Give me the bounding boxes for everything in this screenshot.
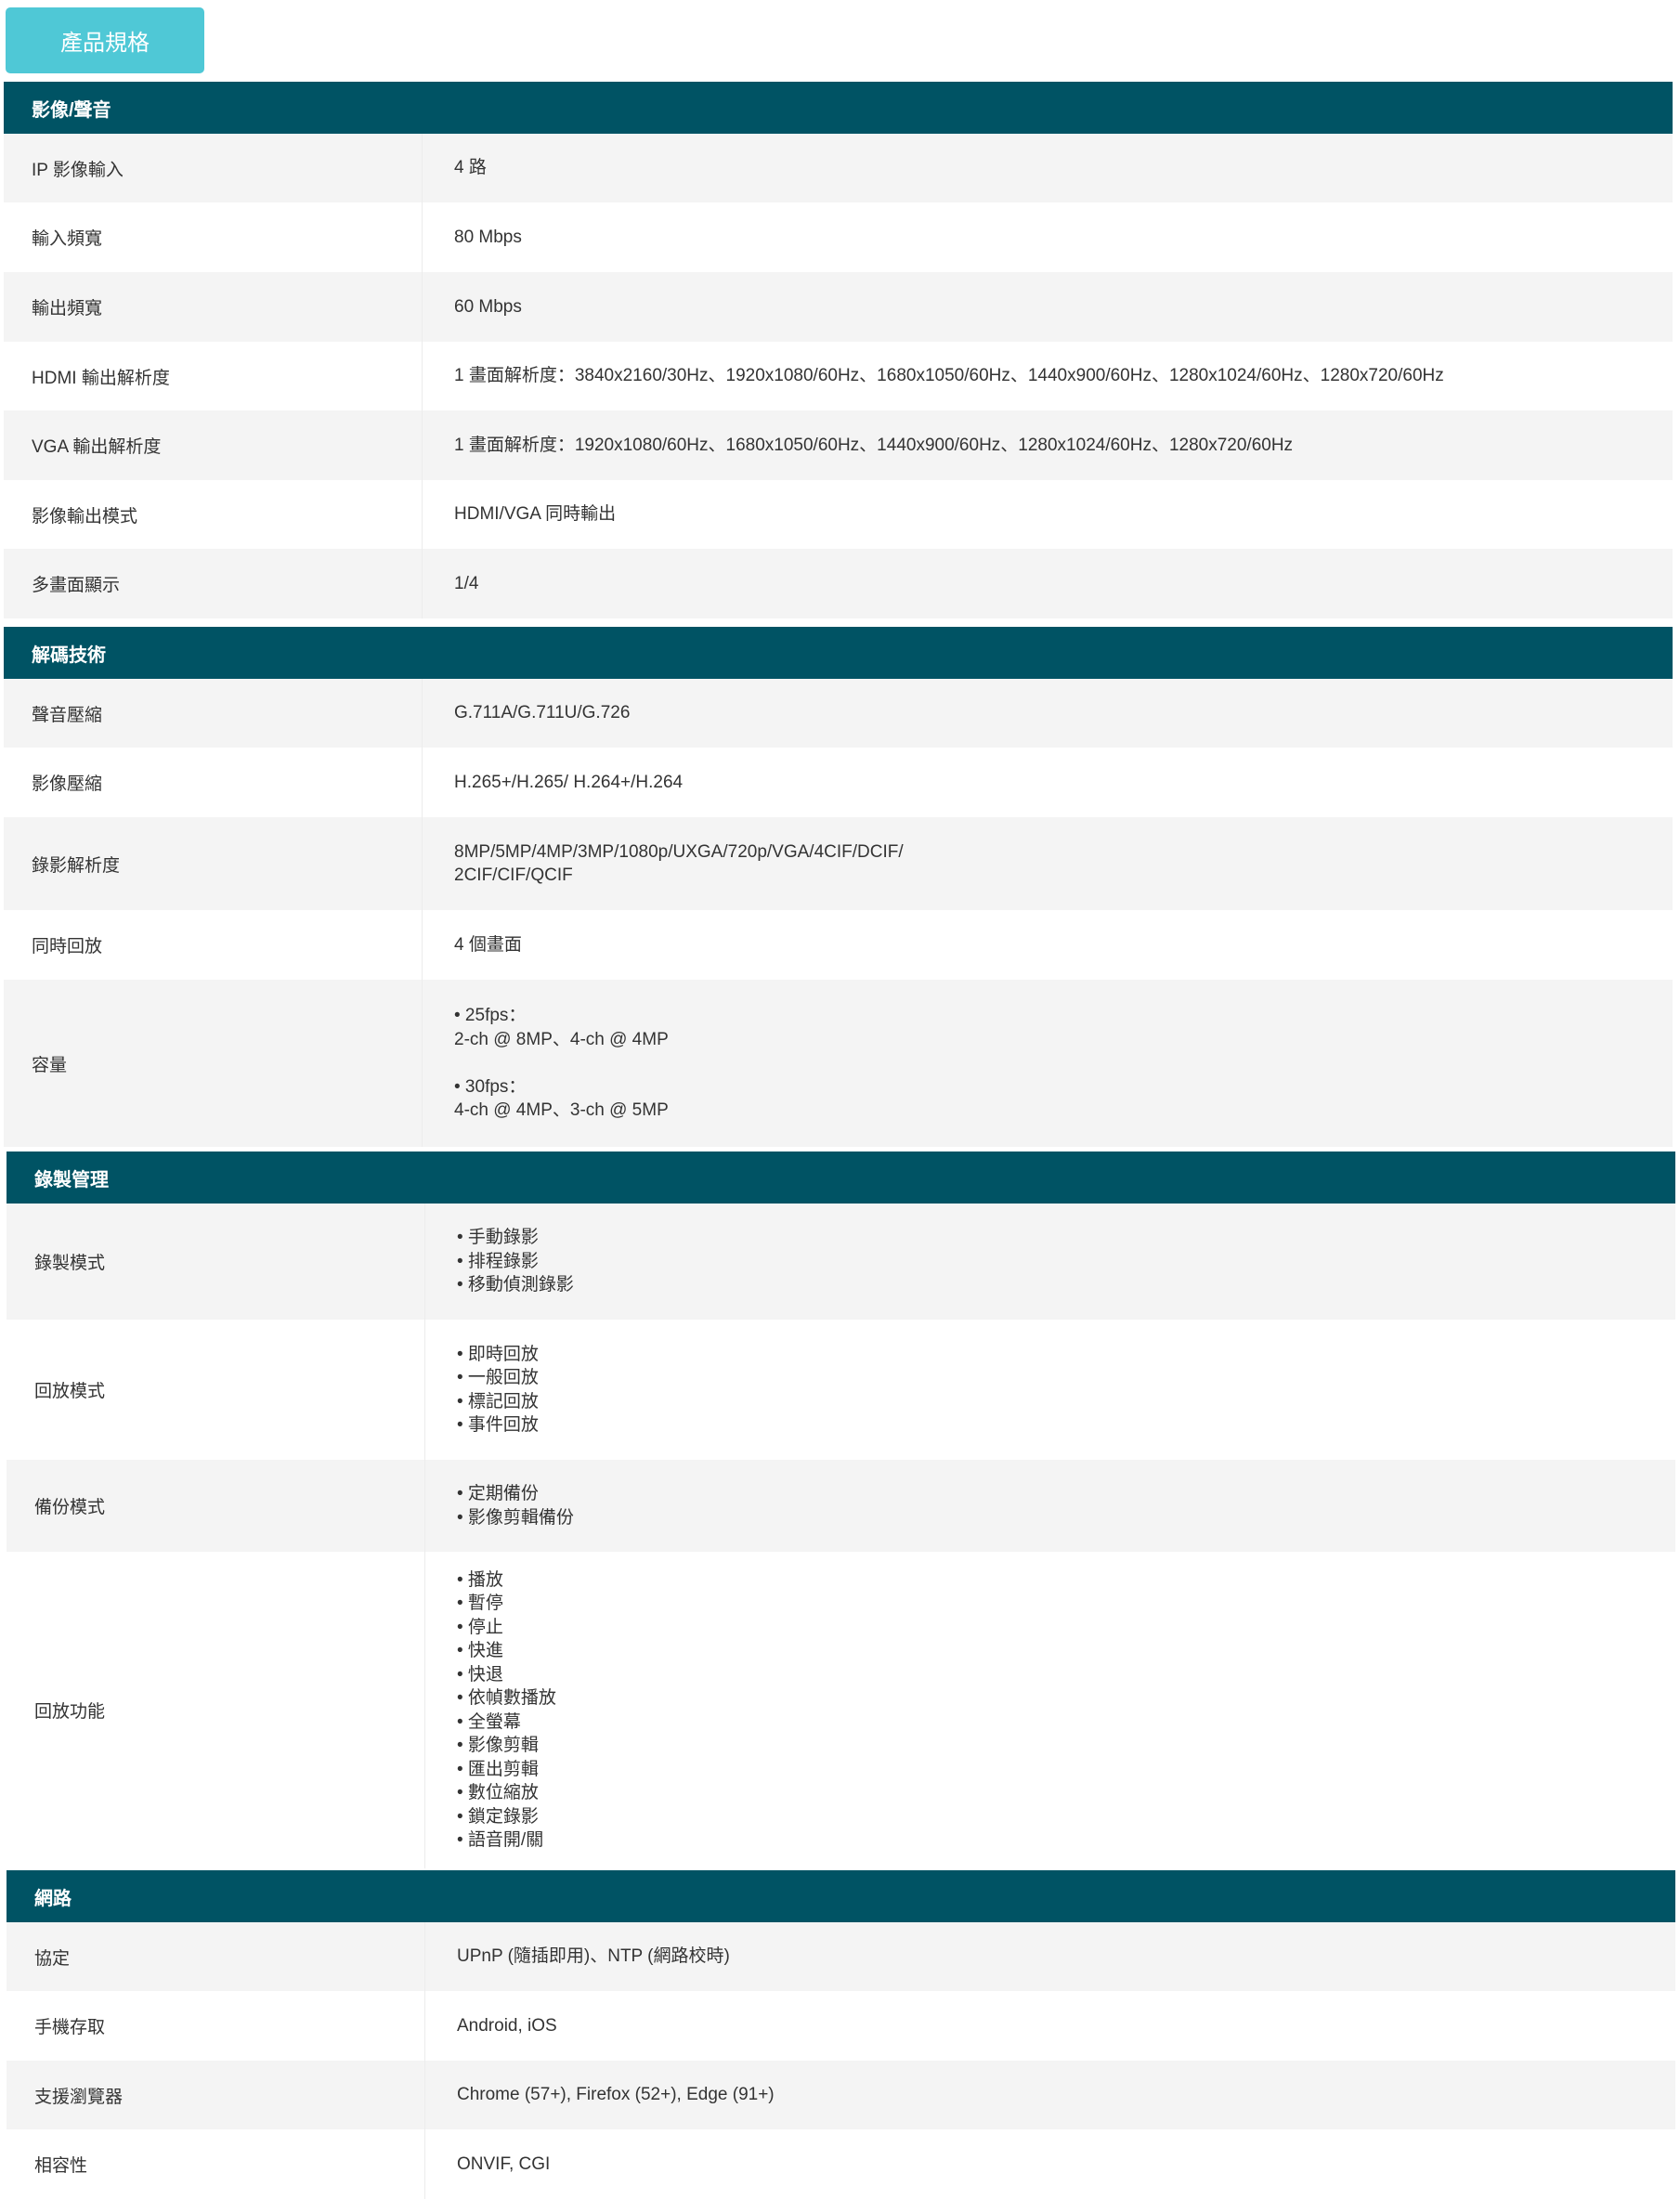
section-recording: 錄製管理 錄製模式 • 手動錄影 • 排程錄影 • 移動偵測錄影 回放模式 • … [7, 1152, 1675, 1868]
spec-row: 相容性 ONVIF, CGI [7, 2129, 1675, 2199]
spec-label: 輸入頻寬 [32, 229, 103, 249]
spec-row: 聲音壓縮 G.711A/G.711U/G.726 [4, 679, 1673, 748]
spec-value: • 定期備份 • 影像剪輯備份 [424, 1460, 1675, 1552]
spec-row: 影像輸出模式 HDMI/VGA 同時輸出 [4, 480, 1673, 549]
spec-value: Android, iOS [424, 1991, 1675, 2061]
spec-row: 容量 • 25fps： 2-ch @ 8MP、4-ch @ 4MP • 30fp… [4, 980, 1673, 1147]
spec-row: 輸出頻寬 60 Mbps [4, 272, 1673, 342]
spec-value: H.265+/H.265/ H.264+/H.264 [422, 748, 1673, 817]
spec-value: 4 個畫面 [422, 910, 1673, 980]
section-header: 影像/聲音 [4, 82, 1673, 134]
spec-value: • 手動錄影 • 排程錄影 • 移動偵測錄影 [424, 1204, 1675, 1320]
spec-row: 錄影解析度 8MP/5MP/4MP/3MP/1080p/UXGA/720p/VG… [4, 817, 1673, 910]
spec-value: 1 畫面解析度：1920x1080/60Hz、1680x1050/60Hz、14… [422, 410, 1673, 480]
spec-row: 回放模式 • 即時回放 • 一般回放 • 標記回放 • 事件回放 [7, 1320, 1675, 1460]
spec-value: 1/4 [422, 549, 1673, 618]
spec-label: 協定 [34, 1948, 71, 1969]
spec-row: 手機存取 Android, iOS [7, 1991, 1675, 2061]
spec-row: 同時回放 4 個畫面 [4, 910, 1673, 980]
spec-label: 影像壓縮 [32, 774, 103, 794]
spec-label: 手機存取 [34, 2018, 106, 2037]
spec-value: HDMI/VGA 同時輸出 [422, 480, 1673, 549]
spec-value: 8MP/5MP/4MP/3MP/1080p/UXGA/720p/VGA/4CIF… [422, 817, 1673, 910]
spec-value: 80 Mbps [422, 202, 1673, 272]
spec-row: IP 影像輸入 4 路 [4, 134, 1673, 202]
spec-label: 備份模式 [34, 1498, 106, 1517]
spec-value: • 播放 • 暫停 • 停止 • 快進 • 快退 • 依幀數播放 • 全螢幕 •… [424, 1552, 1675, 1868]
spec-row: 多畫面顯示 1/4 [4, 549, 1673, 618]
section-header: 解碼技術 [4, 627, 1673, 679]
section-header: 網路 [7, 1870, 1675, 1922]
spec-value: UPnP (隨插即用)、NTP (網路校時) [424, 1922, 1675, 1991]
spec-row: 影像壓縮 H.265+/H.265/ H.264+/H.264 [4, 748, 1673, 817]
spec-value: G.711A/G.711U/G.726 [422, 679, 1673, 748]
spec-row: VGA 輸出解析度 1 畫面解析度：1920x1080/60Hz、1680x10… [4, 410, 1673, 480]
spec-value: 1 畫面解析度：3840x2160/30Hz、1920x1080/60Hz、16… [422, 342, 1673, 410]
product-spec-tab[interactable]: 產品規格 [6, 7, 204, 73]
spec-value: Chrome (57+), Firefox (52+), Edge (91+) [424, 2061, 1675, 2129]
section-decoding: 解碼技術 聲音壓縮 G.711A/G.711U/G.726 影像壓縮 H.265… [4, 627, 1673, 1147]
spec-label: IP 影像輸入 [32, 160, 124, 180]
spec-label: 錄製模式 [34, 1254, 106, 1273]
spec-value: 60 Mbps [422, 272, 1673, 342]
spec-label: 容量 [32, 1055, 68, 1075]
spec-value: • 即時回放 • 一般回放 • 標記回放 • 事件回放 [424, 1320, 1675, 1460]
spec-label: 錄影解析度 [32, 855, 121, 876]
spec-label: 輸出頻寬 [32, 299, 103, 319]
spec-row: 回放功能 • 播放 • 暫停 • 停止 • 快進 • 快退 • 依幀數播放 • … [7, 1552, 1675, 1868]
spec-label: 多畫面顯示 [32, 576, 121, 595]
section-network: 網路 協定 UPnP (隨插即用)、NTP (網路校時) 手機存取 Androi… [7, 1870, 1675, 2199]
spec-label: 影像輸出模式 [32, 506, 138, 527]
spec-row: 支援瀏覽器 Chrome (57+), Firefox (52+), Edge … [7, 2061, 1675, 2129]
spec-row: 錄製模式 • 手動錄影 • 排程錄影 • 移動偵測錄影 [7, 1204, 1675, 1320]
spec-value: ONVIF, CGI [424, 2129, 1675, 2199]
section-video-audio: 影像/聲音 IP 影像輸入 4 路 輸入頻寬 80 Mbps 輸出頻寬 60 M… [4, 82, 1673, 618]
spec-label: 相容性 [34, 2156, 88, 2176]
spec-row: 協定 UPnP (隨插即用)、NTP (網路校時) [7, 1922, 1675, 1991]
spec-label: VGA 輸出解析度 [32, 437, 162, 457]
spec-label: 回放功能 [34, 1702, 106, 1722]
spec-row: HDMI 輸出解析度 1 畫面解析度：3840x2160/30Hz、1920x1… [4, 342, 1673, 410]
spec-label: 支援瀏覽器 [34, 2087, 124, 2107]
spec-label: HDMI 輸出解析度 [32, 368, 170, 388]
spec-row: 輸入頻寬 80 Mbps [4, 202, 1673, 272]
spec-label: 回放模式 [34, 1382, 106, 1401]
spec-row: 備份模式 • 定期備份 • 影像剪輯備份 [7, 1460, 1675, 1552]
spec-label: 聲音壓縮 [32, 705, 103, 725]
spec-value: • 25fps： 2-ch @ 8MP、4-ch @ 4MP • 30fps： … [422, 980, 1673, 1147]
section-header: 錄製管理 [7, 1152, 1675, 1204]
spec-value: 4 路 [422, 134, 1673, 202]
spec-label: 同時回放 [32, 937, 103, 956]
